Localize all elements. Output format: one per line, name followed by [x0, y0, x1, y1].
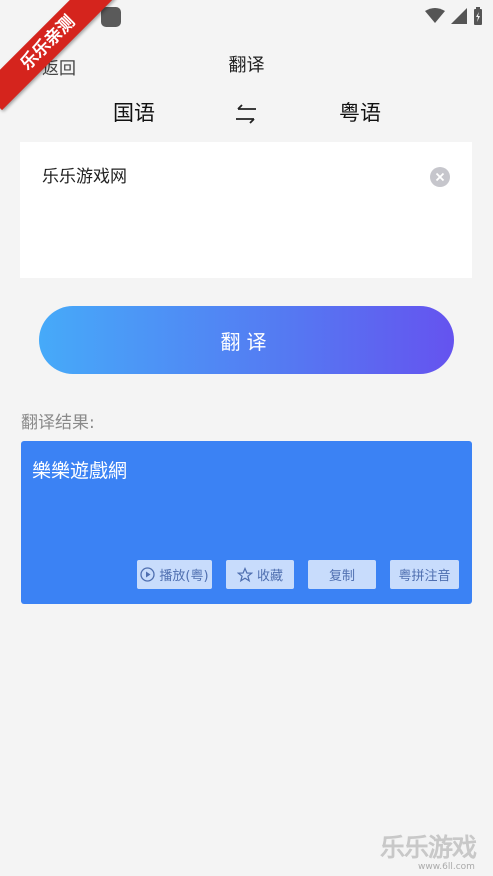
status-bar — [0, 0, 493, 32]
wifi-icon — [425, 8, 445, 23]
status-icons — [425, 6, 483, 26]
back-label: 返回 — [42, 58, 76, 79]
signal-icon — [451, 8, 467, 24]
watermark-brand: 乐乐游戏 — [380, 833, 477, 862]
jyutping-button[interactable]: 粤拼注音 — [390, 560, 459, 589]
star-icon — [236, 566, 253, 582]
swap-languages-button[interactable] — [230, 100, 262, 128]
clear-input-button[interactable] — [430, 167, 450, 187]
play-icon — [140, 567, 156, 582]
battery-icon — [474, 7, 482, 25]
result-label: 翻译结果: — [21, 413, 95, 433]
copy-button[interactable]: 复制 — [308, 560, 376, 589]
notification-icon — [80, 12, 88, 24]
favorite-button[interactable]: 收藏 — [226, 560, 294, 589]
swap-arrows-icon — [236, 104, 256, 124]
source-language-selector[interactable]: 国语 — [92, 98, 176, 128]
play-label: 播放(粤) — [159, 569, 209, 584]
watermark-url: www.6ll.com — [418, 862, 475, 872]
copy-label: 复制 — [328, 569, 355, 584]
jyutping-label: 粤拼注音 — [398, 569, 451, 584]
close-icon — [435, 172, 445, 182]
app-notification-icon — [101, 7, 121, 27]
back-button[interactable]: 返回 — [26, 52, 76, 80]
target-language-selector[interactable]: 粤语 — [318, 98, 402, 128]
favorite-label: 收藏 — [256, 569, 283, 584]
chevron-left-icon — [27, 58, 37, 74]
play-cantonese-button[interactable]: 播放(粤) — [137, 560, 212, 589]
source-text-input[interactable]: 乐乐游戏网 — [42, 162, 127, 187]
translate-button[interactable]: 翻译 — [39, 306, 454, 374]
result-text: 樂樂遊戲網 — [32, 460, 128, 482]
